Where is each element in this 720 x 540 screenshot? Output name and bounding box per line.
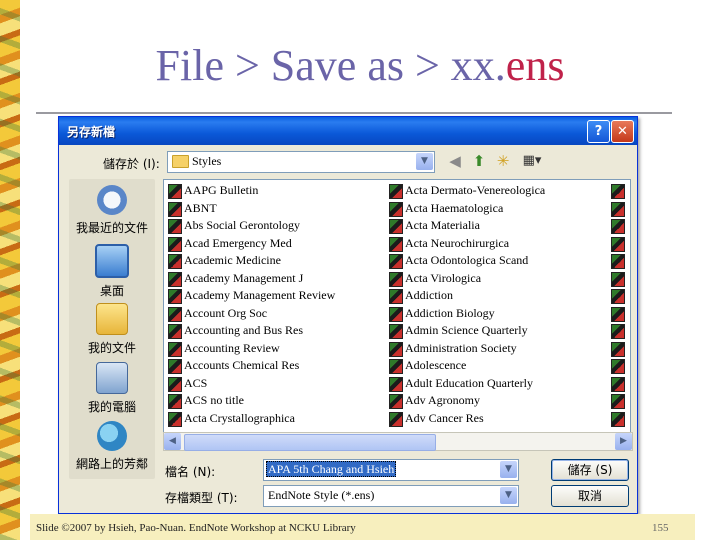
endnote-style-icon [168,359,182,374]
chevron-down-icon[interactable]: ▼ [416,153,433,170]
endnote-style-icon [389,184,403,199]
endnote-style-icon [611,254,625,269]
new-folder-icon[interactable]: ✳ [493,151,513,171]
my-documents-icon [96,303,128,335]
footer-text: Slide ©2007 by Hsieh, Pao-Nuan. EndNote … [36,522,356,534]
save-in-dropdown[interactable]: Styles ▼ [167,151,435,173]
file-type-dropdown[interactable]: EndNote Style (*.ens) ▼ [263,485,519,507]
endnote-style-icon [168,184,182,199]
recent-documents-icon [97,185,127,215]
close-button[interactable]: ✕ [611,120,634,143]
save-in-value: Styles [192,154,222,168]
up-folder-icon[interactable]: ⬆ [469,151,489,171]
endnote-style-icon [389,306,403,322]
page-number: 155 [652,522,669,534]
endnote-style-icon [611,341,625,357]
folder-icon [172,155,189,168]
endnote-style-icon [389,236,403,252]
endnote-style-icon [168,254,182,269]
endnote-style-icon [389,341,403,357]
endnote-style-icon [389,376,403,392]
place-label: 網路上的芳鄰 [75,457,148,471]
dialog-title: 另存新檔 [67,125,116,139]
save-as-dialog: 另存新檔 ? ✕ 儲存於 (I): Styles ▼ ◀ ⬆ ✳ ▦▾ 我最近的… [58,116,638,514]
endnote-style-icon [389,201,403,217]
endnote-style-icon [168,341,182,357]
title-extension: ens [505,41,565,90]
slide-title: File > Save as > xx.ens [0,40,720,91]
scroll-right-icon[interactable]: ▶ [615,433,632,450]
endnote-style-icon [389,289,403,304]
endnote-style-icon [168,394,182,409]
file-type-label: 存檔類型 (T): [165,491,238,505]
file-type-value: EndNote Style (*.ens) [268,488,375,502]
endnote-style-icon [389,219,403,234]
place-recent[interactable]: 我最近的文件 [69,185,155,236]
endnote-style-icon [389,394,403,409]
my-computer-icon [96,362,128,394]
file-list[interactable]: AAPG Bulletin ABNT Abs Social Gerontolog… [163,179,631,433]
endnote-style-icon [389,359,403,374]
endnote-style-icon [389,324,403,339]
endnote-style-icon [611,376,625,392]
view-menu-icon[interactable]: ▦▾ [517,151,547,171]
save-button[interactable]: 儲存 (S) [551,459,629,481]
endnote-style-icon [611,201,625,217]
save-in-label: 儲存於 (I): [103,157,160,171]
scroll-thumb[interactable] [184,434,436,451]
place-label: 桌面 [99,284,124,298]
horizontal-scrollbar[interactable]: ◀ ▶ [163,432,633,451]
desktop-icon [95,244,129,278]
endnote-style-icon [168,289,182,304]
endnote-style-icon [389,271,403,287]
endnote-style-icon [611,411,625,427]
filename-label: 檔名 (N): [165,465,216,479]
endnote-style-icon [168,219,182,234]
places-bar: 我最近的文件 桌面 我的文件 我的電腦 網路上的芳鄰 [69,179,155,479]
place-label: 我的文件 [87,341,136,355]
back-icon[interactable]: ◀ [445,151,465,171]
chevron-down-icon[interactable]: ▼ [500,461,517,478]
endnote-style-icon [611,306,625,322]
title-divider [36,112,672,114]
endnote-style-icon [168,236,182,252]
endnote-style-icon [611,289,625,304]
network-places-icon [97,421,127,451]
chevron-down-icon[interactable]: ▼ [500,487,517,504]
endnote-style-icon [611,359,625,374]
cancel-button[interactable]: 取消 [551,485,629,507]
filename-value[interactable]: APA 5th Chang and Hsieh [266,461,397,477]
place-network[interactable]: 網路上的芳鄰 [69,421,155,472]
endnote-style-icon [611,271,625,287]
endnote-style-icon [611,184,625,199]
endnote-style-icon [168,201,182,217]
endnote-style-icon [389,254,403,269]
place-desktop[interactable]: 桌面 [69,244,155,299]
endnote-style-icon [168,411,182,427]
place-label: 我的電腦 [87,400,136,414]
place-my-computer[interactable]: 我的電腦 [69,362,155,415]
help-button[interactable]: ? [587,120,610,143]
scroll-left-icon[interactable]: ◀ [164,433,181,450]
endnote-style-icon [611,219,625,234]
endnote-style-icon [168,324,182,339]
filename-field[interactable]: APA 5th Chang and Hsieh ▼ [263,459,519,481]
endnote-style-icon [168,271,182,287]
place-my-documents[interactable]: 我的文件 [69,303,155,356]
place-label: 我最近的文件 [75,221,148,235]
endnote-style-icon [168,306,182,322]
endnote-style-icon [611,236,625,252]
endnote-style-icon [611,324,625,339]
endnote-style-icon [389,411,403,427]
title-main: File > Save as > xx. [155,41,506,90]
endnote-style-icon [168,376,182,392]
dialog-titlebar[interactable]: 另存新檔 ? ✕ [59,117,637,145]
endnote-style-icon [611,394,625,409]
